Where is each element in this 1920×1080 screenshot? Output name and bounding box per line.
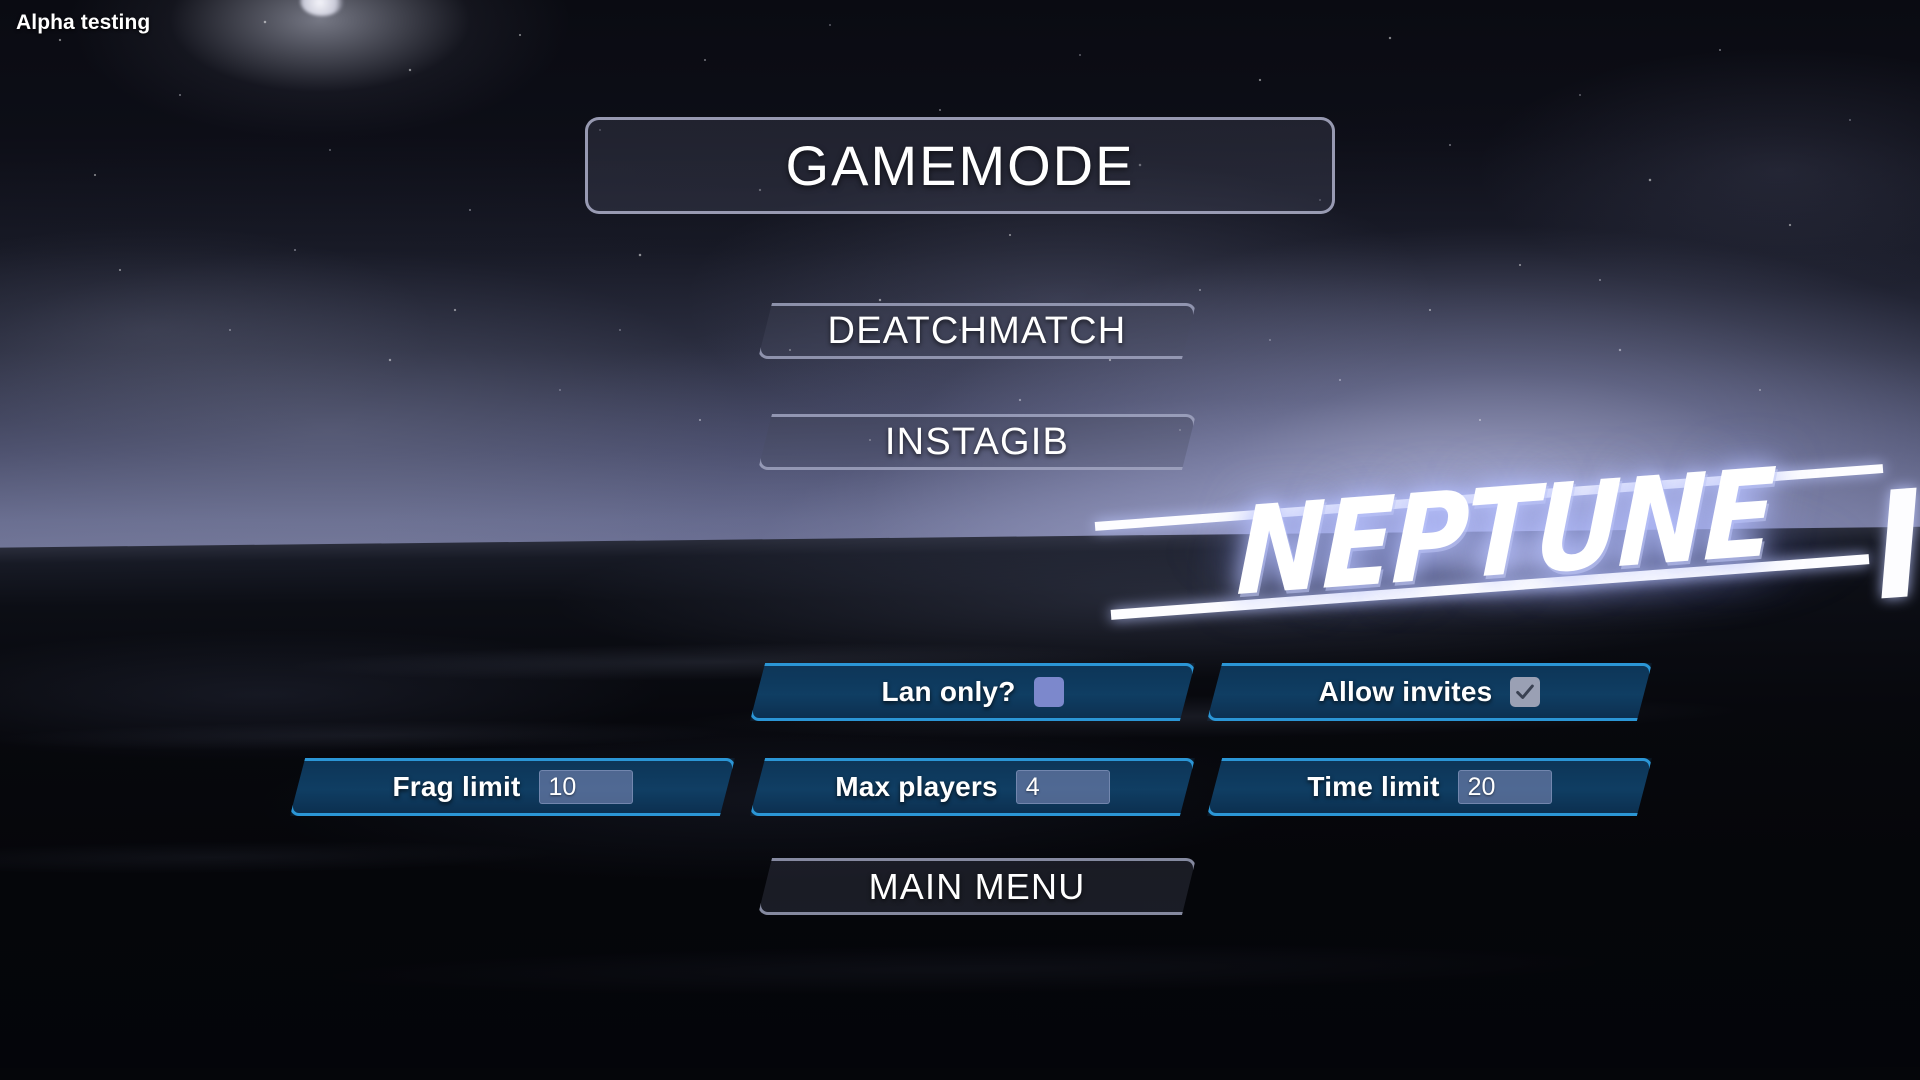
setting-toggle-allow-invites[interactable]: Allow invites <box>1207 663 1652 721</box>
setting-content: Max players 4 <box>835 770 1110 804</box>
gamemode-button-label: DEATCHMATCH <box>827 309 1127 352</box>
max-players-input[interactable]: 4 <box>1015 770 1110 804</box>
setting-field-max-players[interactable]: Max players 4 <box>750 758 1195 816</box>
frag-limit-value: 10 <box>548 772 577 801</box>
gamemode-button-deathmatch[interactable]: DEATCHMATCH <box>758 303 1196 359</box>
gamemode-button-instagib[interactable]: INSTAGIB <box>758 414 1196 470</box>
checkmark-icon <box>1516 684 1535 699</box>
checkbox-unchecked-icon[interactable] <box>1033 677 1064 707</box>
main-menu-button-label: MAIN MENU <box>868 865 1086 907</box>
setting-field-frag-limit[interactable]: Frag limit 10 <box>290 758 735 816</box>
setting-field-time-limit[interactable]: Time limit 20 <box>1207 758 1652 816</box>
bottom-letterbox-bar <box>0 1068 1920 1080</box>
time-limit-value: 20 <box>1467 772 1496 801</box>
page-title-label: GAMEMODE <box>785 134 1135 197</box>
main-menu-button[interactable]: MAIN MENU <box>758 858 1196 915</box>
setting-label: Max players <box>835 771 998 802</box>
setting-content: Lan only? <box>881 676 1064 708</box>
night-sky-background <box>0 0 1920 566</box>
frag-limit-input[interactable]: 10 <box>538 770 633 804</box>
max-players-value: 4 <box>1025 772 1040 801</box>
gamemode-button-label: INSTAGIB <box>884 420 1070 463</box>
setting-content: Allow invites <box>1319 676 1541 708</box>
setting-content: Time limit 20 <box>1307 770 1552 804</box>
build-status-label: Alpha testing <box>16 11 151 34</box>
setting-label: Lan only? <box>881 676 1016 707</box>
setting-label: Time limit <box>1307 771 1440 802</box>
setting-toggle-lan-only[interactable]: Lan only? <box>750 663 1195 721</box>
setting-label: Allow invites <box>1318 676 1493 707</box>
checkbox-checked-icon[interactable] <box>1510 677 1541 707</box>
game-menu-screen: Alpha testing GAMEMODE DEATCHMATCH INSTA… <box>0 0 1920 1080</box>
time-limit-input[interactable]: 20 <box>1457 770 1552 804</box>
setting-content: Frag limit 10 <box>392 770 633 804</box>
page-title: GAMEMODE <box>585 117 1335 214</box>
setting-label: Frag limit <box>392 771 521 802</box>
